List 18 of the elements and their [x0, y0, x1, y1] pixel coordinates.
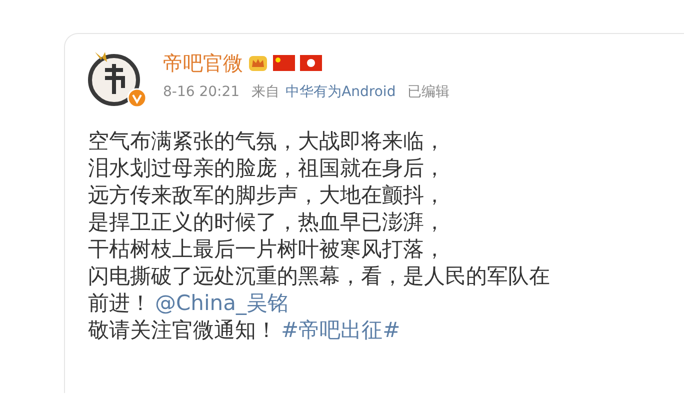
author-name[interactable]: 帝吧官微 — [163, 50, 243, 76]
post-text: 干枯树枝上最后一片树叶被寒风打落， — [88, 236, 445, 263]
crown-icon — [248, 54, 268, 72]
post-text: 远方传来敌军的脚步声，大地在颤抖， — [88, 182, 445, 209]
mention-link[interactable]: @China_吴铭 — [155, 290, 288, 317]
source-link[interactable]: 中华有为Android — [286, 82, 396, 102]
hashtag-link[interactable]: #帝吧出征# — [281, 317, 400, 344]
edited-label: 已编辑 — [408, 82, 450, 102]
post-text: 敬请关注官微通知！ — [88, 317, 277, 344]
post-text: 是捍卫正义的时候了，热血早已澎湃， — [88, 209, 445, 236]
post-text: 泪水划过母亲的脸庞，祖国就在身后， — [88, 155, 445, 182]
source-label: 来自 — [252, 82, 280, 102]
post-text: 闪电撕破了远处沉重的黑幕，看，是人民的军队在 — [88, 263, 550, 290]
flag-icon — [300, 54, 322, 70]
flag-icon — [273, 54, 295, 70]
post-time: 8-16 20:21 — [163, 82, 240, 102]
post-text: 空气布满紧张的气氛，大战即将来临， — [88, 128, 445, 155]
post-text: 前进！ — [88, 290, 151, 317]
